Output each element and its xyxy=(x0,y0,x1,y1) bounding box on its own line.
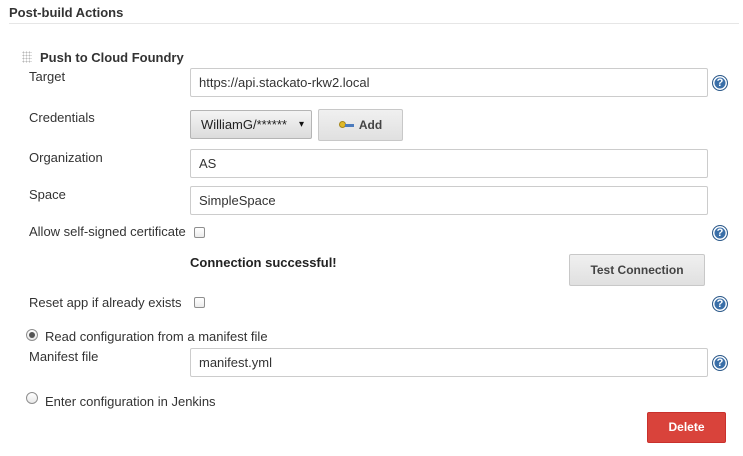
drag-handle-icon[interactable] xyxy=(22,51,32,63)
manifest-file-input[interactable] xyxy=(190,348,708,377)
add-credentials-button[interactable]: Add xyxy=(318,109,403,141)
section-header: Post-build Actions xyxy=(9,5,124,20)
credentials-selected-value: WilliamG/****** xyxy=(201,117,287,132)
section-divider xyxy=(9,23,739,24)
manifest-config-radio-label[interactable]: Read configuration from a manifest file xyxy=(45,329,268,344)
manifest-file-label: Manifest file xyxy=(29,349,99,364)
key-icon xyxy=(338,120,355,130)
reset-app-label: Reset app if already exists xyxy=(29,295,182,310)
test-connection-button[interactable]: Test Connection xyxy=(569,254,705,286)
organization-input[interactable] xyxy=(190,149,708,178)
manifest-config-radio[interactable] xyxy=(26,329,38,341)
help-icon[interactable]: ? xyxy=(712,75,728,91)
help-icon[interactable]: ? xyxy=(712,296,728,312)
help-icon[interactable]: ? xyxy=(712,225,728,241)
credentials-label: Credentials xyxy=(29,110,95,125)
help-icon[interactable]: ? xyxy=(712,355,728,371)
jenkins-config-radio-label[interactable]: Enter configuration in Jenkins xyxy=(45,394,216,409)
connection-status: Connection successful! xyxy=(190,255,337,270)
jenkins-config-radio[interactable] xyxy=(26,392,38,404)
space-label: Space xyxy=(29,187,66,202)
organization-label: Organization xyxy=(29,150,103,165)
self-signed-checkbox[interactable] xyxy=(194,227,205,238)
chevron-down-icon: ▾ xyxy=(298,119,304,130)
space-input[interactable] xyxy=(190,186,708,215)
self-signed-label: Allow self-signed certificate xyxy=(29,224,186,239)
block-title: Push to Cloud Foundry xyxy=(40,50,184,65)
delete-button[interactable]: Delete xyxy=(647,412,726,443)
credentials-select[interactable]: WilliamG/****** ▾ xyxy=(190,110,312,139)
target-label: Target xyxy=(29,69,66,84)
target-input[interactable] xyxy=(190,68,708,97)
add-button-label: Add xyxy=(358,118,383,132)
reset-app-checkbox[interactable] xyxy=(194,297,205,308)
